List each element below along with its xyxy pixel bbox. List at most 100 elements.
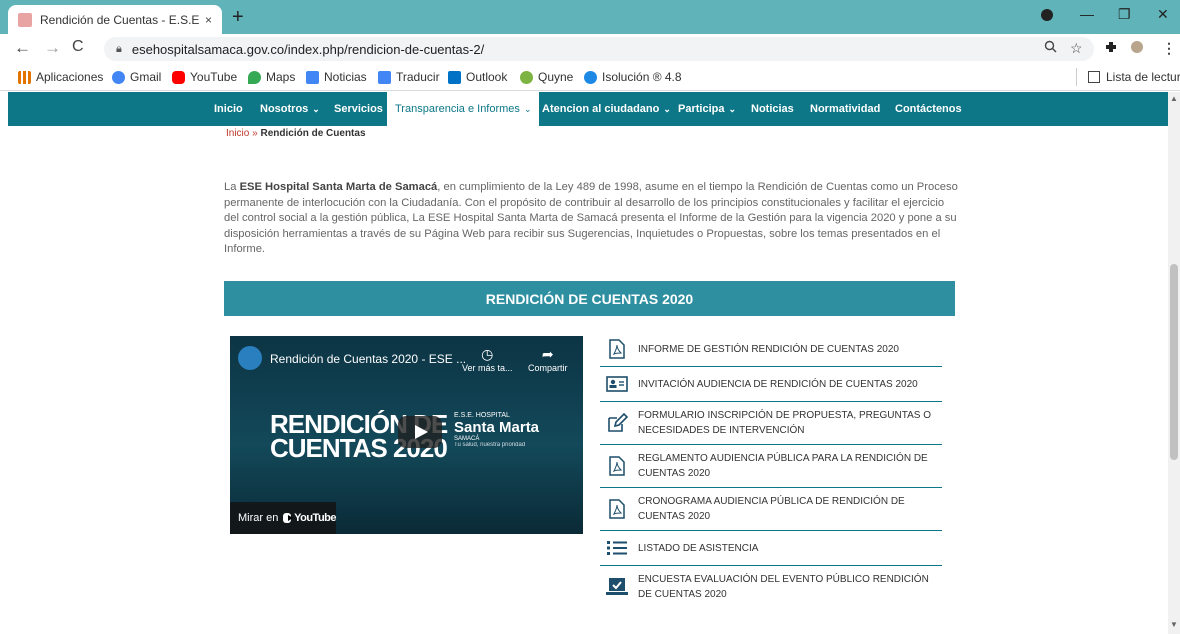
play-button[interactable] [398, 416, 442, 448]
document-link[interactable]: INVITACIÓN AUDIENCIA DE RENDICIÓN DE CUE… [638, 377, 918, 392]
reload-icon[interactable]: C [72, 38, 84, 56]
outlook-icon [448, 70, 461, 84]
chevron-down-icon: ⌄ [312, 103, 320, 114]
avatar[interactable] [1128, 40, 1146, 57]
page-viewport: Inicio Nosotros ⌄ Servicios Transparencia… [0, 92, 1168, 634]
scroll-up-icon[interactable]: ▲ [1170, 94, 1178, 103]
bookmark-label: Gmail [130, 70, 162, 84]
logo-top-text: E.S.E. HOSPITAL [454, 412, 510, 419]
nav-transparencia[interactable]: Transparencia e Informes ⌄ [387, 92, 540, 126]
nav-label: Inicio [214, 103, 243, 115]
reading-list-button[interactable]: Lista de lectura [1076, 68, 1180, 86]
scroll-down-icon[interactable]: ▼ [1170, 620, 1178, 629]
breadcrumb: Inicio » Rendición de Cuentas [226, 128, 366, 139]
bookmark-quyne[interactable]: Quyne [520, 70, 573, 84]
watch-on-youtube-button[interactable]: Mirar en YouTube [230, 502, 336, 534]
forward-icon[interactable]: → [44, 38, 61, 58]
youtube-icon [172, 70, 185, 84]
nav-contactenos[interactable]: Contáctenos [895, 92, 962, 126]
list-item[interactable]: LISTADO DE ASISTENCIA [600, 531, 942, 566]
watch-later-button[interactable]: ◷ Ver más ta... [462, 346, 513, 373]
document-link[interactable]: REGLAMENTO AUDIENCIA PÚBLICA PARA LA REN… [638, 451, 942, 481]
close-window-icon[interactable]: ✕ [1157, 6, 1169, 23]
youtube-video-embed[interactable]: Rendición de Cuentas 2020 - ESE ... ◷ Ver… [230, 336, 583, 534]
bookmark-youtube[interactable]: YouTube [172, 70, 237, 84]
intro-prefix: La [224, 181, 240, 193]
quyne-icon [520, 70, 533, 84]
list-icon [604, 537, 630, 559]
edit-icon [604, 412, 630, 434]
bookmark-separator [1076, 68, 1077, 86]
nav-servicios[interactable]: Servicios [334, 92, 383, 126]
logo-slogan-text: Tu salud, nuestra prioridad [454, 442, 526, 448]
list-item[interactable]: INVITACIÓN AUDIENCIA DE RENDICIÓN DE CUE… [600, 367, 942, 402]
profile-icon[interactable] [1040, 8, 1054, 25]
scrollbar-thumb[interactable] [1170, 264, 1178, 460]
maps-pin-icon [248, 70, 261, 84]
back-icon[interactable]: ← [14, 38, 31, 58]
list-item[interactable]: REGLAMENTO AUDIENCIA PÚBLICA PARA LA REN… [600, 445, 942, 488]
nav-atencion[interactable]: Atencion al ciudadano ⌄ [542, 92, 671, 126]
translate-icon [378, 70, 391, 84]
reading-list-icon [1088, 71, 1100, 83]
document-link[interactable]: INFORME DE GESTIÓN RENDICIÓN DE CUENTAS … [638, 342, 899, 357]
list-item[interactable]: FORMULARIO INSCRIPCIÓN DE PROPUESTA, PRE… [600, 402, 942, 445]
youtube-wordmark: YouTube [294, 512, 336, 524]
watch-later-label: Ver más ta... [462, 363, 513, 373]
news-icon [306, 70, 319, 84]
pdf-icon [604, 338, 630, 360]
document-link[interactable]: LISTADO DE ASISTENCIA [638, 541, 758, 556]
google-icon [112, 70, 125, 84]
pdf-icon [604, 455, 630, 477]
hospital-logo: E.S.E. HOSPITAL Santa Marta SAMACÁ Tu sa… [426, 412, 539, 448]
nav-normatividad[interactable]: Normatividad [810, 92, 880, 126]
nav-label: Servicios [334, 103, 383, 115]
page-scrollbar[interactable]: ▲ ▼ [1168, 92, 1180, 634]
bookmark-traducir[interactable]: Traducir [378, 70, 440, 84]
nav-label: Atencion al ciudadano [542, 103, 660, 115]
nav-label: Contáctenos [895, 103, 962, 115]
chevron-down-icon: ⌄ [523, 103, 532, 114]
bookmark-outlook[interactable]: Outlook [448, 70, 507, 84]
restore-icon[interactable]: ❐ [1118, 6, 1131, 23]
browser-tab[interactable]: Rendición de Cuentas - E.S.E. HO × [8, 5, 222, 34]
document-link[interactable]: ENCUESTA EVALUACIÓN DEL EVENTO PÚBLICO R… [638, 572, 942, 602]
nav-participa[interactable]: Participa ⌄ [678, 92, 736, 126]
bookmark-label: Aplicaciones [36, 70, 104, 84]
nav-inicio[interactable]: Inicio [214, 92, 243, 126]
breadcrumb-home-link[interactable]: Inicio [226, 128, 249, 139]
nav-label: Normatividad [810, 103, 881, 115]
menu-icon[interactable]: ⋮ [1162, 40, 1176, 57]
new-tab-button[interactable]: + [232, 7, 244, 27]
zoom-icon[interactable] [1044, 40, 1057, 56]
minimize-icon[interactable]: — [1080, 6, 1094, 22]
bookmark-isolucion[interactable]: Isolución ® 4.8 [584, 70, 682, 84]
bookmark-apps[interactable]: Aplicaciones [18, 70, 103, 84]
site-favicon-icon [18, 12, 32, 27]
laptop-check-icon [604, 576, 630, 598]
bookmark-label: Traducir [396, 70, 440, 84]
document-link[interactable]: CRONOGRAMA AUDIENCIA PÚBLICA DE RENDICIÓ… [638, 494, 942, 524]
list-item[interactable]: CRONOGRAMA AUDIENCIA PÚBLICA DE RENDICIÓ… [600, 488, 942, 531]
breadcrumb-current: Rendición de Cuentas [260, 128, 366, 139]
video-title[interactable]: Rendición de Cuentas 2020 - ESE ... [270, 352, 466, 366]
bookmark-gmail[interactable]: Gmail [112, 70, 161, 84]
chevron-down-icon: ⌄ [728, 103, 737, 114]
nav-noticias[interactable]: Noticias [751, 92, 794, 126]
list-item[interactable]: ENCUESTA EVALUACIÓN DEL EVENTO PÚBLICO R… [600, 566, 942, 608]
logo-name-text: Santa Marta [454, 419, 540, 436]
bookmark-maps[interactable]: Maps [248, 70, 295, 84]
bookmark-noticias[interactable]: Noticias [306, 70, 367, 84]
share-button[interactable]: ➦ Compartir [528, 346, 568, 373]
lock-icon: 🔒︎ [116, 42, 122, 55]
bookmark-star-icon[interactable]: ☆ [1070, 40, 1083, 57]
list-item[interactable]: INFORME DE GESTIÓN RENDICIÓN DE CUENTAS … [600, 332, 942, 367]
nav-nosotros[interactable]: Nosotros ⌄ [260, 92, 320, 126]
document-link[interactable]: FORMULARIO INSCRIPCIÓN DE PROPUESTA, PRE… [638, 408, 942, 438]
channel-avatar[interactable] [238, 346, 262, 370]
address-bar[interactable]: 🔒︎ esehospitalsamaca.gov.co/index.php/re… [104, 37, 1094, 61]
tab-close-icon[interactable]: × [205, 13, 212, 27]
bookmark-label: Outlook [466, 70, 508, 84]
extensions-icon[interactable] [1104, 40, 1118, 57]
apps-grid-icon [18, 70, 31, 84]
